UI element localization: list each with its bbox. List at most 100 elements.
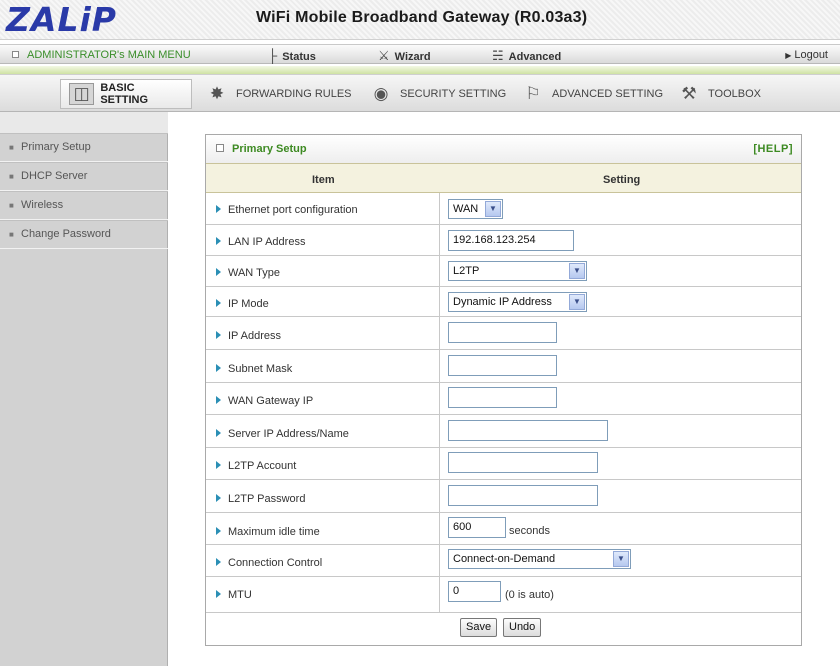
tab-security-setting-label: SECURITY SETTING [400, 88, 507, 100]
menu-wizard-label: Wizard [394, 51, 431, 63]
wan-gateway-input[interactable] [448, 387, 557, 408]
forwarding-rules-icon: ✸ [209, 84, 225, 103]
triangle-icon [216, 396, 221, 404]
row-label: WAN Gateway IP [216, 395, 313, 407]
square-icon [216, 144, 224, 152]
triangle-icon [216, 331, 221, 339]
triangle-icon [216, 494, 221, 502]
row-label-text: LAN IP Address [228, 236, 306, 248]
row-label: MTU [216, 589, 252, 601]
row-label-text: MTU [228, 589, 252, 601]
sidebar-header [0, 112, 168, 133]
advanced-icon: ☵ [492, 48, 504, 63]
sidebar-item-change-password[interactable]: ■ Change Password [0, 220, 168, 249]
main-menu-bar: ADMINISTRATOR's MAIN MENU ├ Status ⚔ Wizar… [0, 44, 840, 64]
logout-link[interactable]: ▶ Logout [785, 49, 828, 61]
tab-basic-setting[interactable]: ◫ BASIC SETTING [60, 79, 192, 109]
menu-divider [0, 66, 840, 74]
table-row: Subnet Mask [206, 350, 801, 383]
triangle-icon [216, 590, 221, 598]
toolbox-icon: ⚒ [681, 84, 697, 103]
tab-security-setting[interactable]: ◉ SECURITY SETTING [360, 79, 514, 109]
undo-button[interactable]: Undo [503, 618, 542, 637]
advanced-setting-icon: ⚐ [525, 84, 541, 103]
sidebar-item-dhcp-server[interactable]: ■ DHCP Server [0, 162, 168, 191]
sidebar-item-primary-setup[interactable]: ■ Primary Setup [0, 133, 168, 162]
table-row: WAN Gateway IP [206, 383, 801, 415]
ethernet-port-select[interactable]: WAN ▼ [448, 199, 503, 219]
table-row: IP Address [206, 317, 801, 350]
row-label-text: L2TP Account [228, 460, 297, 472]
triangle-icon [216, 527, 221, 535]
admin-menu-label: ADMINISTRATOR's MAIN MENU [27, 49, 191, 61]
menu-status[interactable]: ├ Status [268, 48, 316, 63]
lan-ip-input[interactable]: 192.168.123.254 [448, 230, 574, 251]
server-ip-input[interactable] [448, 420, 608, 441]
triangle-icon [216, 268, 221, 276]
connection-control-select[interactable]: Connect-on-Demand ▼ [448, 549, 631, 569]
sidebar: ■ Primary Setup ■ DHCP Server ■ Wireless ■ C… [0, 133, 168, 666]
header: ZALiP WiFi Mobile Broadband Gateway (R0.… [0, 0, 840, 40]
logout-label: Logout [794, 49, 828, 61]
wan-type-select[interactable]: L2TP ▼ [448, 261, 587, 281]
menu-advanced-label: Advanced [508, 51, 562, 63]
tab-advanced-setting-label: ADVANCED SETTING [552, 88, 664, 100]
sidebar-item-wireless[interactable]: ■ Wireless [0, 191, 168, 220]
row-label-text: WAN Type [228, 267, 280, 279]
row-label-text: Ethernet port configuration [228, 204, 358, 216]
max-idle-input[interactable]: 600 [448, 517, 506, 538]
bullet-icon: ■ [9, 230, 14, 239]
row-label: IP Mode [216, 298, 269, 310]
tab-toolbox[interactable]: ⚒ TOOLBOX [668, 79, 769, 109]
menu-advanced[interactable]: ☵ Advanced [492, 48, 561, 64]
help-link[interactable]: [HELP] [753, 143, 793, 155]
sidebar-item-label: Change Password [21, 228, 111, 240]
sidebar-item-label: Primary Setup [21, 141, 91, 153]
chevron-down-icon: ▼ [569, 263, 585, 279]
table-header: Item Setting [206, 163, 801, 193]
wizard-icon: ⚔ [378, 48, 390, 63]
triangle-icon [216, 429, 221, 437]
triangle-icon [216, 205, 221, 213]
admin-menu-link[interactable]: ADMINISTRATOR's MAIN MENU [12, 49, 191, 61]
ip-address-input[interactable] [448, 322, 557, 343]
select-value: L2TP [453, 265, 480, 277]
mtu-input[interactable]: 0 [448, 581, 501, 602]
table-row: LAN IP Address 192.168.123.254 [206, 225, 801, 256]
triangle-icon [216, 558, 221, 566]
chevron-down-icon: ▼ [569, 294, 585, 310]
row-label-text: Subnet Mask [228, 363, 293, 375]
row-label: L2TP Account [216, 460, 296, 472]
row-label-text: IP Mode [228, 298, 269, 310]
subnet-mask-input[interactable] [448, 355, 557, 376]
select-value: Dynamic IP Address [453, 296, 552, 308]
triangle-icon [216, 299, 221, 307]
sidebar-item-label: DHCP Server [21, 170, 88, 182]
l2tp-account-input[interactable] [448, 452, 598, 473]
page-title: WiFi Mobile Broadband Gateway (R0.03a3) [256, 9, 588, 26]
row-label: Maximum idle time [216, 526, 320, 538]
ip-mode-select[interactable]: Dynamic IP Address ▼ [448, 292, 587, 312]
panel-title-label: Primary Setup [232, 143, 307, 155]
status-icon: ├ [268, 48, 278, 63]
row-label-text: Maximum idle time [228, 526, 320, 538]
l2tp-password-input[interactable] [448, 485, 598, 506]
tab-forwarding-rules[interactable]: ✸ FORWARDING RULES [196, 79, 360, 109]
row-label: IP Address [216, 330, 281, 342]
row-label: Subnet Mask [216, 363, 292, 375]
row-label-text: Server IP Address/Name [228, 428, 349, 440]
max-idle-unit: seconds [509, 525, 550, 537]
primary-setup-panel: Primary Setup [HELP] Item Setting Ethern… [205, 134, 802, 646]
table-row: IP Mode Dynamic IP Address ▼ [206, 287, 801, 317]
table-row: Maximum idle time 600 seconds [206, 513, 801, 545]
tab-advanced-setting[interactable]: ⚐ ADVANCED SETTING [512, 79, 671, 109]
column-header-item: Item [312, 174, 335, 186]
bullet-icon: ■ [9, 172, 14, 181]
save-button[interactable]: Save [460, 618, 498, 637]
row-label: Server IP Address/Name [216, 428, 349, 440]
bullet-icon: ■ [9, 201, 14, 210]
chevron-down-icon: ▼ [485, 201, 501, 217]
menu-wizard[interactable]: ⚔ Wizard [378, 48, 431, 64]
mtu-unit: (0 is auto) [505, 589, 554, 601]
arrow-right-icon: ▶ [785, 51, 792, 60]
